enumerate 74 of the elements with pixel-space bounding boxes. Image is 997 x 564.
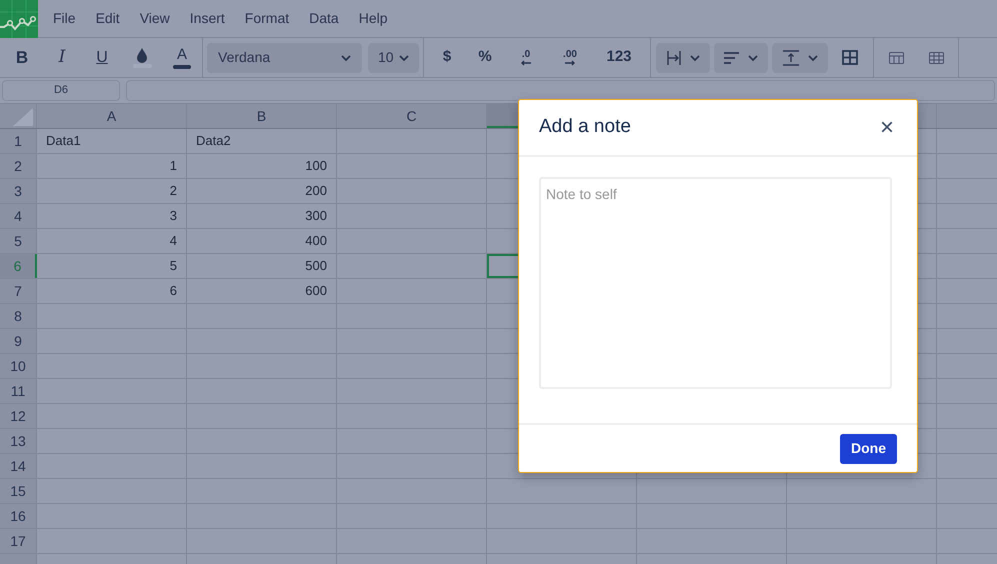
table-cell: 2 (37, 179, 187, 203)
table-icon (888, 52, 904, 64)
align-top-icon (782, 50, 798, 66)
font-dropdown[interactable]: Verdana (207, 42, 362, 72)
table-icon (928, 52, 944, 64)
name-box[interactable]: D6 (2, 80, 120, 101)
font-size-dropdown[interactable]: 10 (368, 42, 419, 72)
table-cell: 500 (187, 254, 337, 278)
chevron-down-icon (748, 54, 758, 60)
align-left-icon (724, 52, 739, 64)
arrow-right-icon (564, 60, 576, 66)
table-cell: 5 (37, 254, 187, 278)
table-cell: 600 (187, 279, 337, 303)
vertical-align-dropdown[interactable] (772, 42, 828, 72)
underline-button[interactable]: U (86, 42, 118, 74)
grid-icon (842, 50, 858, 65)
column-header[interactable]: B (187, 104, 337, 128)
row-header[interactable]: 15 (0, 479, 37, 503)
decrease-decimals-button[interactable]: .0 (506, 42, 546, 74)
row-header[interactable]: 13 (0, 429, 37, 453)
table-cell: 400 (187, 229, 337, 253)
percent-button[interactable]: % (468, 42, 502, 74)
table-cell: Data1 (37, 129, 187, 153)
chevron-down-icon (399, 54, 409, 60)
table-cell: Data2 (187, 129, 337, 153)
table-cell: 3 (37, 204, 187, 228)
increase-decimals-button[interactable]: .00 (550, 42, 590, 74)
text-color-button[interactable]: A (166, 42, 198, 74)
row-header[interactable]: 7 (0, 279, 37, 303)
row-header[interactable]: 12 (0, 404, 37, 428)
row-header[interactable]: 16 (0, 504, 37, 528)
column-header[interactable]: A (37, 104, 187, 128)
menu-item[interactable]: View (140, 8, 170, 29)
row-header[interactable]: 4 (0, 204, 37, 228)
menu-item[interactable]: Help (358, 8, 388, 29)
done-button[interactable]: Done (840, 434, 897, 464)
table-cell: 4 (37, 229, 187, 253)
menu-item[interactable]: Data (309, 8, 339, 29)
row-header[interactable]: 14 (0, 454, 37, 478)
close-button[interactable]: × (877, 118, 897, 138)
table-cell: 300 (187, 204, 337, 228)
table-cell: 6 (37, 279, 187, 303)
chevron-down-icon (341, 54, 351, 60)
text-wrap-icon (666, 50, 680, 66)
row-header[interactable]: 9 (0, 329, 37, 353)
chart-line-icon (0, 0, 38, 38)
arrow-left-icon (520, 60, 532, 66)
menu-item[interactable]: Format (244, 8, 290, 29)
app-logo[interactable] (0, 0, 38, 38)
row-header[interactable]: 2 (0, 154, 37, 178)
row-header[interactable]: 1 (0, 129, 37, 153)
chevron-down-icon (808, 54, 818, 60)
row-header[interactable]: 11 (0, 379, 37, 403)
row-header[interactable]: 10 (0, 354, 37, 378)
menu-item[interactable]: Insert (190, 8, 225, 29)
currency-button[interactable]: $ (430, 42, 464, 74)
table-cell: 200 (187, 179, 337, 203)
italic-button[interactable]: I (46, 42, 78, 74)
row-header[interactable]: 5 (0, 229, 37, 253)
drop-icon (136, 47, 148, 63)
row-header[interactable]: 3 (0, 179, 37, 203)
menu-item[interactable]: Edit (96, 8, 120, 29)
number-format-button[interactable]: 123 (594, 42, 644, 74)
dialog-title: Add a note (539, 115, 631, 140)
note-field[interactable]: Note to self (539, 177, 892, 390)
wrap-dropdown[interactable] (656, 42, 710, 72)
table-cell: 100 (187, 154, 337, 178)
align-dropdown[interactable] (714, 42, 768, 72)
row-header[interactable]: 17 (0, 529, 37, 553)
table-cell: 1 (37, 154, 187, 178)
row-header[interactable]: 8 (0, 304, 37, 328)
bold-button[interactable]: B (6, 42, 38, 74)
chevron-down-icon (690, 54, 700, 60)
menu-item[interactable]: File (53, 8, 76, 29)
